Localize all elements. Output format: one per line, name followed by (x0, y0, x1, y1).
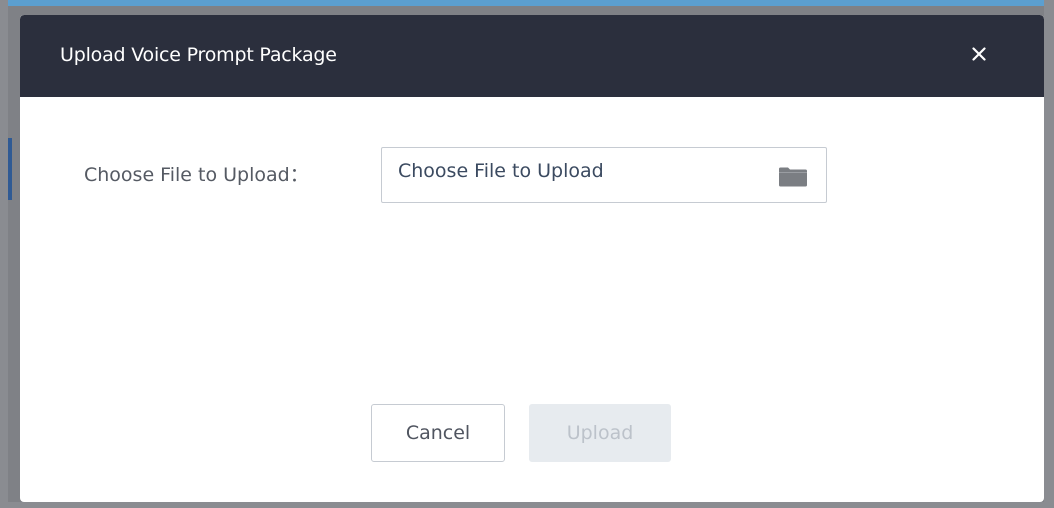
file-input-placeholder: Choose File to Upload (398, 160, 604, 182)
background-left-accent (8, 138, 12, 200)
file-field-label: Choose File to Upload： (84, 164, 309, 186)
background-left-edge (0, 0, 8, 508)
background-bottom-edge (0, 502, 1054, 508)
upload-button[interactable]: Upload (529, 404, 671, 462)
close-button[interactable] (964, 39, 994, 69)
close-icon[interactable] (972, 47, 986, 61)
dialog-title: Upload Voice Prompt Package (60, 44, 337, 66)
file-upload-input[interactable]: Choose File to Upload (381, 147, 827, 203)
background-top-strip (0, 0, 1054, 6)
folder-icon[interactable] (778, 167, 808, 187)
cancel-button[interactable]: Cancel (371, 404, 505, 462)
dialog-header: Upload Voice Prompt Package (20, 15, 1044, 97)
background-right-edge (1044, 0, 1054, 508)
upload-dialog: Upload Voice Prompt Package Choose File … (20, 15, 1044, 502)
